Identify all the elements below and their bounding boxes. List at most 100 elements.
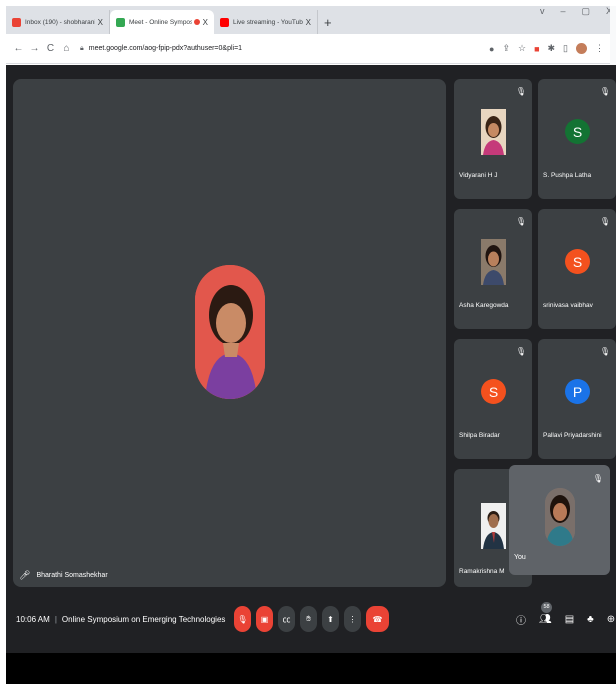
- mic-off-icon: 🎙︎: [599, 87, 610, 96]
- tab-title: Live streaming - YouTube Studio: [233, 18, 303, 26]
- tab-youtube[interactable]: Live streaming - YouTube Studio X: [214, 10, 318, 34]
- participant-photo: [481, 109, 506, 155]
- profile-avatar[interactable]: [576, 43, 587, 54]
- mic-off-icon: 🎙︎: [237, 614, 248, 624]
- self-photo: [545, 488, 575, 546]
- call-controls: 🎙︎ ▣ ㏄ ✋︎ ⬆︎ ⋮ ☎︎: [234, 606, 389, 632]
- tab-title: Inbox (190) - shobharani.mca@gma: [25, 18, 95, 26]
- present-icon: ⬆︎: [327, 614, 334, 624]
- url-text: meet.google.com/aog-fpip-pdx?authuser=0&…: [88, 45, 243, 52]
- main-speaker-avatar: [195, 265, 265, 399]
- mic-off-icon: 🎙︎: [592, 474, 603, 483]
- browser-toolbar: ← → C ⌂ 🔒︎ meet.google.com/aog-fpip-pdx?…: [6, 34, 610, 64]
- extension-icon[interactable]: ■: [534, 44, 539, 54]
- participant-tile[interactable]: 🎙︎ S S. Pushpa Latha: [538, 79, 616, 199]
- self-avatar: [545, 488, 575, 546]
- camera-off-icon: ▣: [260, 614, 269, 624]
- tab-search-button[interactable]: v: [540, 6, 545, 17]
- toolbar-actions: ● ⇪ ☆ ■ ✱ ▯ ⋮: [489, 43, 604, 54]
- screen: Inbox (190) - shobharani.mca@gma X Meet …: [0, 0, 616, 684]
- maximize-button[interactable]: ▢: [581, 6, 590, 17]
- participant-name: Asha Karegowda: [459, 302, 509, 309]
- new-tab-button[interactable]: +: [324, 10, 332, 34]
- main-speaker-name: Bharathi Somashekhar: [36, 572, 108, 579]
- more-vert-icon: ⋮: [348, 614, 357, 624]
- participant-avatar: [481, 503, 506, 549]
- present-button[interactable]: ⬆︎: [322, 606, 339, 632]
- participant-avatar: S: [565, 249, 590, 274]
- self-view-tile[interactable]: 🎙︎ You: [509, 465, 610, 575]
- microphone-icon: 🎤︎: [19, 570, 31, 580]
- host-controls-icon[interactable]: ⊕: [607, 614, 615, 625]
- more-options-button[interactable]: ⋮: [344, 606, 361, 632]
- camera-toggle-button[interactable]: ▣: [256, 606, 273, 632]
- close-icon[interactable]: X: [98, 18, 103, 27]
- back-icon[interactable]: ←: [12, 43, 25, 54]
- speaker-photo: [195, 265, 265, 399]
- chat-icon[interactable]: ▤: [565, 614, 574, 625]
- participant-name: Vidyarani H J: [459, 172, 498, 179]
- close-icon[interactable]: X: [306, 18, 311, 27]
- main-speaker-label: 🎤︎ Bharathi Somashekhar: [19, 570, 108, 581]
- gmail-icon: [12, 17, 21, 27]
- reload-icon[interactable]: C: [44, 43, 57, 54]
- captions-button[interactable]: ㏄: [278, 606, 295, 632]
- share-icon[interactable]: ⇪: [502, 43, 510, 54]
- address-bar[interactable]: 🔒︎ meet.google.com/aog-fpip-pdx?authuser…: [80, 39, 481, 59]
- participant-tile[interactable]: 🎙︎ P Pallavi Priyadarshini: [538, 339, 616, 459]
- mic-off-icon: 🎙︎: [515, 347, 526, 356]
- forward-icon[interactable]: →: [28, 43, 41, 54]
- participant-tile[interactable]: 🎙︎ S Shilpa Biradar: [454, 339, 532, 459]
- activities-icon[interactable]: ♣: [587, 614, 594, 625]
- leave-call-button[interactable]: ☎︎: [366, 606, 389, 632]
- raise-hand-button[interactable]: ✋︎: [300, 606, 317, 632]
- youtube-icon: [220, 17, 229, 27]
- tab-title: Meet - Online Symposium on E: [129, 18, 192, 26]
- participant-avatar: S: [565, 119, 590, 144]
- side-panel-icon[interactable]: ▯: [563, 43, 568, 54]
- mic-off-icon: 🎙︎: [599, 347, 610, 356]
- info-icon[interactable]: ⓘ: [516, 612, 526, 627]
- participant-avatar: S: [481, 379, 506, 404]
- participant-avatar: P: [565, 379, 590, 404]
- participant-name: Pallavi Priyadarshini: [543, 432, 602, 439]
- mic-off-icon: 🎙︎: [515, 217, 526, 226]
- participant-avatar: [481, 109, 506, 155]
- lock-icon: 🔒︎: [80, 44, 84, 52]
- camera-indicator-icon[interactable]: ●: [489, 44, 494, 54]
- participant-name: Ramakrishna M: [459, 568, 505, 575]
- participant-tile[interactable]: 🎙︎ Vidyarani H J: [454, 79, 532, 199]
- participant-name: srinivasa vaibhav: [543, 302, 593, 309]
- window-edge: [610, 6, 616, 66]
- self-name: You: [514, 554, 526, 561]
- meeting-title: Online Symposium on Emerging Technologie…: [61, 614, 226, 624]
- home-icon[interactable]: ⌂: [60, 43, 73, 54]
- close-icon[interactable]: X: [203, 18, 208, 27]
- menu-icon[interactable]: ⋮: [595, 43, 604, 54]
- mic-toggle-button[interactable]: 🎙︎: [234, 606, 251, 632]
- bottom-black-bar: [6, 653, 616, 684]
- recording-icon: [193, 19, 200, 25]
- people-button[interactable]: 👥︎ 58: [539, 601, 552, 625]
- participant-tile[interactable]: 🎙︎ S srinivasa vaibhav: [538, 209, 616, 329]
- minimize-button[interactable]: –: [560, 6, 565, 17]
- participant-name: Shilpa Biradar: [459, 432, 500, 439]
- participant-count-badge: 58: [541, 601, 552, 613]
- tab-meet[interactable]: Meet - Online Symposium on E X: [110, 10, 214, 34]
- participant-avatar: [481, 239, 506, 285]
- meeting-time: 10:06 AM: [16, 614, 50, 624]
- mic-off-icon: 🎙︎: [515, 87, 526, 96]
- participant-photo: [481, 503, 506, 549]
- participant-tile[interactable]: 🎙︎ Asha Karegowda: [454, 209, 532, 329]
- main-speaker-tile[interactable]: 🎤︎ Bharathi Somashekhar: [13, 79, 446, 587]
- meeting-info: 10:06 AM | Online Symposium on Emerging Te…: [16, 615, 225, 624]
- people-icon: 👥︎: [539, 613, 552, 625]
- extensions-puzzle-icon[interactable]: ✱: [548, 43, 556, 54]
- tab-strip: Inbox (190) - shobharani.mca@gma X Meet …: [6, 6, 610, 34]
- separator: |: [54, 614, 57, 624]
- hand-icon: ✋︎: [306, 614, 311, 623]
- bookmark-icon[interactable]: ☆: [518, 43, 526, 54]
- meet-icon: [116, 17, 125, 27]
- participant-name: S. Pushpa Latha: [543, 172, 592, 179]
- tab-gmail[interactable]: Inbox (190) - shobharani.mca@gma X: [6, 10, 110, 34]
